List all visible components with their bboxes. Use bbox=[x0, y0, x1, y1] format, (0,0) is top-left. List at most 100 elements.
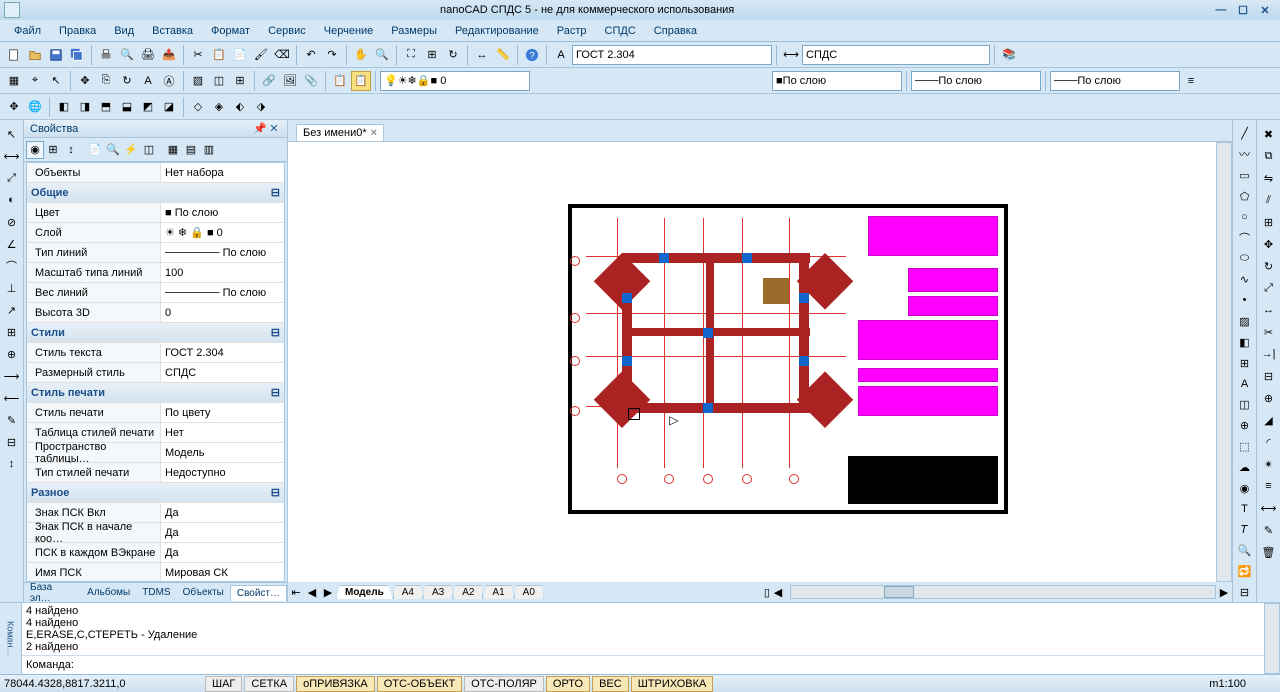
line-icon[interactable]: ╱ bbox=[1235, 124, 1255, 143]
align-icon[interactable]: ≡ bbox=[1259, 476, 1279, 496]
hatch2-icon[interactable]: ▨ bbox=[1235, 312, 1255, 331]
dim-break-icon[interactable]: ⊟ bbox=[2, 432, 22, 452]
rotate-icon[interactable]: ↻ bbox=[117, 71, 137, 91]
menu-dim[interactable]: Размеры bbox=[383, 22, 445, 40]
tab-objects[interactable]: Объекты bbox=[177, 585, 230, 600]
saveall-icon[interactable] bbox=[67, 45, 87, 65]
tab-close-icon[interactable]: × bbox=[371, 127, 377, 139]
lwdisplay-icon[interactable]: ≡ bbox=[1181, 71, 1201, 91]
view4-icon[interactable]: ⬓ bbox=[117, 97, 137, 117]
menu-help[interactable]: Справка bbox=[646, 22, 705, 40]
replace-icon[interactable]: 🔁 bbox=[1235, 562, 1255, 581]
hatch-icon[interactable]: ▨ bbox=[188, 71, 208, 91]
vertical-scrollbar[interactable] bbox=[1216, 142, 1232, 582]
explode-icon[interactable]: ✴ bbox=[1259, 454, 1279, 474]
cmd-scrollbar[interactable] bbox=[1264, 603, 1280, 674]
prop-value[interactable]: Мировая СК bbox=[161, 563, 284, 582]
menu-raster[interactable]: Растр bbox=[549, 22, 595, 40]
dimstyle-icon[interactable]: ⟷ bbox=[781, 45, 801, 65]
layeriso-icon[interactable]: 📋 bbox=[351, 71, 371, 91]
wipeout-icon[interactable]: ⬚ bbox=[1235, 437, 1255, 456]
prop-tool-3[interactable]: ↕ bbox=[62, 141, 80, 159]
view1-icon[interactable]: ◧ bbox=[54, 97, 74, 117]
tab-albums[interactable]: Альбомы bbox=[81, 585, 136, 600]
copy2-icon[interactable]: ⎘ bbox=[96, 71, 116, 91]
dist-icon[interactable]: ↔ bbox=[472, 45, 492, 65]
dimstyle-combo[interactable] bbox=[802, 45, 990, 65]
pan-icon[interactable]: ✋ bbox=[351, 45, 371, 65]
stretch-icon[interactable]: ↔ bbox=[1259, 300, 1279, 320]
revcloud-icon[interactable]: ☁ bbox=[1235, 458, 1255, 477]
orbit-icon[interactable]: 🌐 bbox=[25, 97, 45, 117]
help-icon[interactable]: ? bbox=[522, 45, 542, 65]
region-icon[interactable]: ◧ bbox=[1235, 333, 1255, 352]
edit-icon[interactable]: ✎ bbox=[1259, 520, 1279, 540]
snap-icon[interactable]: ⌖ bbox=[25, 71, 45, 91]
zoomwin-icon[interactable]: ⛶ bbox=[401, 45, 421, 65]
prop-value[interactable]: 0 bbox=[161, 303, 284, 322]
view6-icon[interactable]: ◪ bbox=[159, 97, 179, 117]
pline-icon[interactable]: 〰 bbox=[1235, 145, 1255, 164]
sheet-a2[interactable]: A2 bbox=[453, 585, 483, 599]
undo-icon[interactable]: ↶ bbox=[301, 45, 321, 65]
iso3-icon[interactable]: ⬖ bbox=[230, 97, 250, 117]
prop-value[interactable]: ─────── По слою bbox=[161, 283, 284, 302]
tab-tdms[interactable]: TDMS bbox=[136, 585, 176, 600]
extend-icon[interactable]: →| bbox=[1259, 344, 1279, 364]
spline-icon[interactable]: ∿ bbox=[1235, 270, 1255, 289]
dim-arc-icon[interactable]: ⌒ bbox=[2, 256, 22, 276]
linetype-combo[interactable]: ─── По слою bbox=[911, 71, 1041, 91]
sheet-nav-next[interactable]: ▶ bbox=[320, 586, 336, 599]
prop-value[interactable]: ☀ ❄ 🔒 ■ 0 bbox=[161, 223, 284, 242]
color-combo[interactable]: ■ По слою bbox=[772, 71, 902, 91]
copy3-icon[interactable]: ⧉ bbox=[1259, 146, 1279, 166]
iso4-icon[interactable]: ⬗ bbox=[251, 97, 271, 117]
prop-value[interactable]: Да bbox=[161, 503, 284, 522]
dim-angular-icon[interactable]: ∠ bbox=[2, 234, 22, 254]
fillet-icon[interactable]: ◜ bbox=[1259, 432, 1279, 452]
leader-icon[interactable]: ↗ bbox=[2, 300, 22, 320]
drawing-canvas[interactable]: ▷ bbox=[288, 142, 1216, 582]
prop-value[interactable]: ■ По слою bbox=[161, 203, 284, 222]
zoom-icon[interactable]: 🔍 bbox=[372, 45, 392, 65]
status-toggle-ШТРИХОВКА[interactable]: ШТРИХОВКА bbox=[631, 676, 714, 692]
document-tab[interactable]: Без имени0* × bbox=[296, 124, 384, 141]
table-icon[interactable]: ⊞ bbox=[230, 71, 250, 91]
prop-tool-9[interactable]: ▤ bbox=[182, 141, 200, 159]
pin-icon[interactable]: 📌 bbox=[253, 122, 267, 136]
image-icon[interactable]: 🖼 bbox=[280, 71, 300, 91]
text3-icon[interactable]: T bbox=[1235, 500, 1255, 519]
arc-icon[interactable]: ⌒ bbox=[1235, 228, 1255, 247]
dim-space-icon[interactable]: ↕ bbox=[2, 454, 22, 474]
status-toggle-ОТС-ПОЛЯР[interactable]: ОТС-ПОЛЯР bbox=[464, 676, 544, 692]
find-icon[interactable]: 🔍 bbox=[1235, 542, 1255, 561]
move-icon[interactable]: ✥ bbox=[75, 71, 95, 91]
lineweight-combo[interactable]: ─── По слою bbox=[1050, 71, 1180, 91]
grid-icon[interactable]: ▦ bbox=[4, 71, 24, 91]
mtext2-icon[interactable]: A bbox=[1235, 375, 1255, 394]
horizontal-scrollbar[interactable] bbox=[790, 585, 1216, 599]
command-line[interactable]: Команда: bbox=[22, 656, 1264, 674]
prop-value[interactable]: Да bbox=[161, 523, 284, 542]
prop-group-header[interactable]: Стили⊟ bbox=[27, 323, 284, 343]
status-toggle-ШАГ[interactable]: ШАГ bbox=[205, 676, 242, 692]
redo-icon[interactable]: ↷ bbox=[322, 45, 342, 65]
polygon-icon[interactable]: ⬠ bbox=[1235, 187, 1255, 206]
sheet-nav-prev[interactable]: ◀ bbox=[304, 586, 320, 599]
prop-group-header[interactable]: Стиль печати⊟ bbox=[27, 383, 284, 403]
cut-icon[interactable]: ✂ bbox=[188, 45, 208, 65]
text-icon[interactable]: A bbox=[138, 71, 158, 91]
open-icon[interactable] bbox=[25, 45, 45, 65]
prop-tool-1[interactable]: ◉ bbox=[26, 141, 44, 159]
panel-close-icon[interactable]: ✕ bbox=[267, 122, 281, 136]
iso1-icon[interactable]: ◇ bbox=[188, 97, 208, 117]
dim-linear-icon[interactable]: ⟷ bbox=[2, 146, 22, 166]
table2-icon[interactable]: ⊞ bbox=[1235, 354, 1255, 373]
menu-service[interactable]: Сервис bbox=[260, 22, 314, 40]
prop-tool-4[interactable]: 📄 bbox=[86, 141, 104, 159]
prop-value[interactable]: Нет bbox=[161, 423, 284, 442]
status-toggle-СЕТКА[interactable]: СЕТКА bbox=[244, 676, 294, 692]
publish-icon[interactable]: 📤 bbox=[159, 45, 179, 65]
textstyle-combo[interactable] bbox=[572, 45, 772, 65]
xref-icon[interactable]: 🔗 bbox=[259, 71, 279, 91]
